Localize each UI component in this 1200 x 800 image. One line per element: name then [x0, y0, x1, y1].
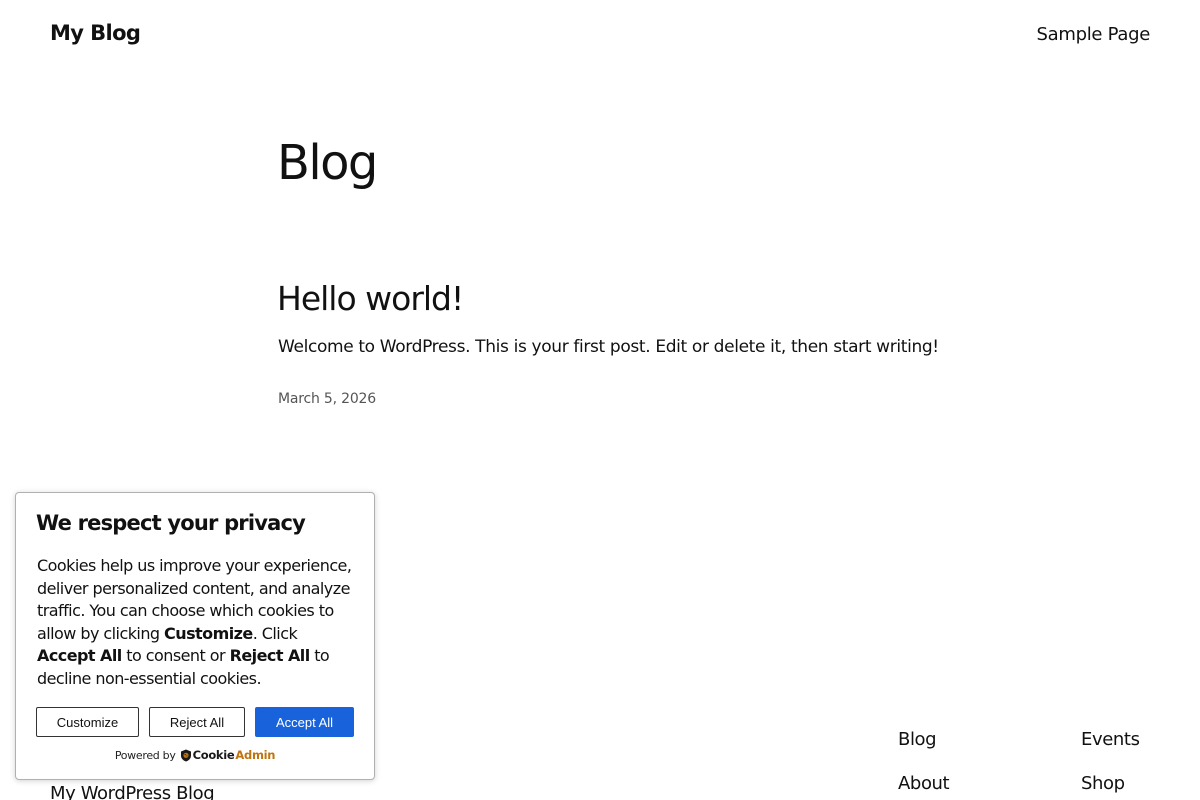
- reject-all-mention: Reject All: [229, 646, 311, 665]
- shield-icon: [180, 749, 191, 761]
- customize-button[interactable]: Customize: [36, 707, 139, 737]
- post-title-link[interactable]: Hello world!: [277, 279, 464, 318]
- post-date[interactable]: March 5, 2026: [278, 391, 376, 407]
- footer-site-title[interactable]: My WordPress Blog: [50, 783, 215, 800]
- powered-by-label: Powered by: [114, 748, 176, 762]
- accept-all-mention: Accept All: [37, 646, 122, 665]
- page-title: Blog: [277, 135, 378, 191]
- cookie-consent-banner: We respect your privacy Cookies help us …: [15, 492, 375, 780]
- cookie-banner-title: We respect your privacy: [36, 511, 306, 535]
- cookie-banner-description: Cookies help us improve your experience,…: [37, 556, 352, 688]
- reject-all-button[interactable]: Reject All: [149, 707, 245, 737]
- nav-item-sample-page[interactable]: Sample Page: [1037, 24, 1151, 45]
- footer-link-shop[interactable]: Shop: [1081, 773, 1125, 794]
- footer-link-blog[interactable]: Blog: [898, 729, 937, 750]
- footer-link-events[interactable]: Events: [1081, 729, 1140, 750]
- footer-link-about[interactable]: About: [898, 773, 950, 794]
- customize-mention: Customize: [164, 623, 253, 643]
- post-excerpt: Welcome to WordPress. This is your first…: [278, 337, 939, 357]
- powered-by: Powered by Cookie Admin: [16, 748, 374, 762]
- brand-admin-text: Admin: [235, 748, 276, 762]
- accept-all-button[interactable]: Accept All: [255, 707, 354, 737]
- cookieadmin-logo[interactable]: Cookie Admin: [180, 748, 276, 762]
- site-title[interactable]: My Blog: [50, 21, 141, 45]
- brand-cookie-text: Cookie: [192, 748, 235, 762]
